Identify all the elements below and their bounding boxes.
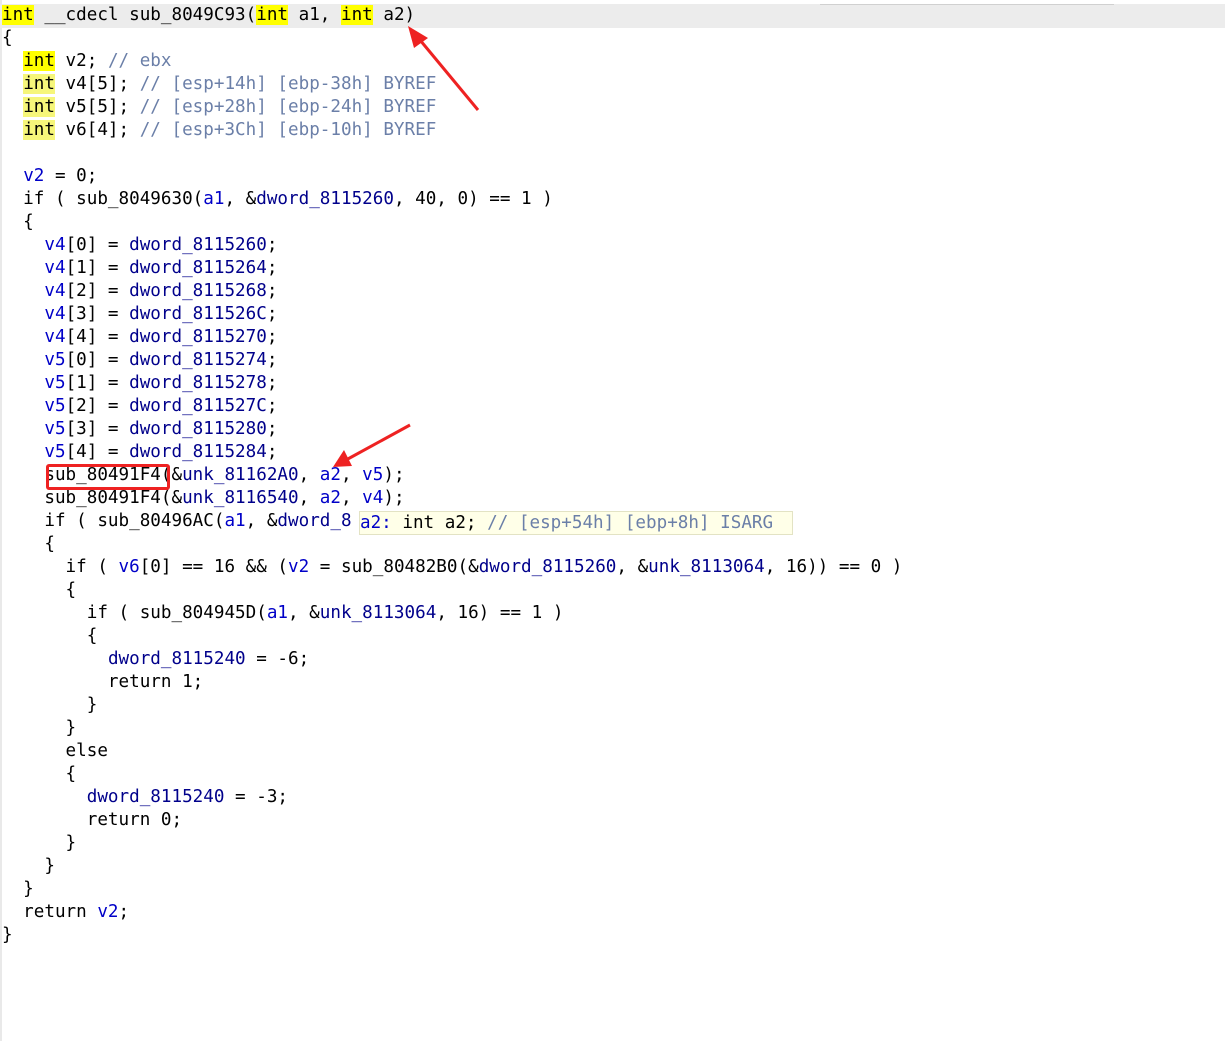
code-line[interactable]: {	[2, 27, 902, 50]
var-ref[interactable]: v5	[44, 373, 65, 393]
type-keyword[interactable]: int	[340, 5, 373, 25]
var-ref[interactable]: v5	[44, 350, 65, 370]
var-ref[interactable]: v5	[44, 419, 65, 439]
local-var-decl[interactable]: int v5[5]; // [esp+28h] [ebp-24h] BYREF	[2, 96, 902, 119]
function-signature[interactable]: int __cdecl sub_8049C93(int a1, int a2)	[2, 4, 902, 27]
type-keyword[interactable]: int	[2, 5, 34, 25]
tooltip-type: int a2;	[391, 513, 488, 533]
var-ref[interactable]: a2	[320, 488, 341, 508]
var-ref[interactable]: v2	[288, 557, 309, 577]
code-line[interactable]: return v2;	[2, 901, 902, 924]
code-line[interactable]: dword_8115240 = -3;	[2, 786, 902, 809]
global-ref[interactable]: dword_811526C	[129, 304, 267, 324]
global-ref[interactable]: dword_8115280	[129, 419, 267, 439]
code-line[interactable]: else	[2, 740, 902, 763]
var-ref[interactable]: a1	[267, 603, 288, 623]
code-line[interactable]: v4[0] = dword_8115260;	[2, 234, 902, 257]
function-name[interactable]: __cdecl sub_8049C93(	[34, 5, 256, 25]
global-ref[interactable]: unk_8113064	[320, 603, 437, 623]
code-line[interactable]: {	[2, 533, 902, 556]
type-keyword[interactable]: int	[23, 51, 55, 71]
tooltip-name: a2:	[360, 513, 392, 533]
code-line[interactable]: if ( v6[0] == 16 && (v2 = sub_80482B0(&d…	[2, 556, 903, 579]
tooltip-comment: // [esp+54h] [ebp+8h] ISARG	[487, 513, 774, 533]
code-comment: // [esp+14h] [ebp-38h] BYREF	[139, 74, 437, 94]
code-line[interactable]: }	[2, 855, 902, 878]
code-line[interactable]: v4[3] = dword_811526C;	[2, 303, 902, 326]
code-line[interactable]: {	[2, 763, 902, 786]
global-ref[interactable]: dword_8115240	[87, 787, 225, 807]
code-line[interactable]: }	[2, 878, 902, 901]
var-ref[interactable]: v2	[23, 166, 44, 186]
global-ref[interactable]: dword_8115274	[129, 350, 267, 370]
code-line[interactable]	[2, 142, 902, 165]
var-ref[interactable]: v4	[44, 304, 65, 324]
type-keyword[interactable]: int	[256, 5, 289, 25]
code-line[interactable]: {	[2, 579, 902, 602]
code-comment: // ebx	[107, 51, 172, 71]
code-line[interactable]: v5[4] = dword_8115284;	[2, 441, 902, 464]
code-line[interactable]: v4[4] = dword_8115270;	[2, 326, 902, 349]
code-line[interactable]: }	[2, 694, 902, 717]
global-ref[interactable]: dword_8115270	[129, 327, 267, 347]
global-ref[interactable]: unk_81162A0	[182, 465, 299, 485]
global-ref[interactable]: dword_8115260	[129, 235, 267, 255]
global-ref[interactable]: dword_8115240	[108, 649, 246, 669]
code-line[interactable]: dword_8115240 = -6;	[2, 648, 902, 671]
global-ref[interactable]: unk_8113064	[648, 557, 765, 577]
var-ref[interactable]: v5	[44, 442, 65, 462]
code-line[interactable]: if ( sub_804945D(a1, &unk_8113064, 16) =…	[2, 602, 902, 625]
global-ref[interactable]: dword_8115268	[129, 281, 267, 301]
type-keyword[interactable]: int	[23, 97, 55, 117]
code-line[interactable]: v5[1] = dword_8115278;	[2, 372, 902, 395]
code-line[interactable]: return 0;	[2, 809, 902, 832]
local-var-decl[interactable]: int v4[5]; // [esp+14h] [ebp-38h] BYREF	[2, 73, 902, 96]
local-var-decl[interactable]: int v2; // ebx	[2, 50, 902, 73]
global-ref[interactable]: dword_8115260	[479, 557, 617, 577]
var-ref[interactable]: v5	[44, 396, 65, 416]
global-ref[interactable]: unk_8116540	[182, 488, 299, 508]
global-ref[interactable]: dword_8115260	[256, 189, 394, 209]
code-line[interactable]: v2 = 0;	[2, 165, 902, 188]
param-a2[interactable]: a2)	[373, 5, 415, 25]
global-ref[interactable]: dword_8115284	[129, 442, 267, 462]
var-ref[interactable]: a1	[203, 189, 224, 209]
code-comment: // [esp+3Ch] [ebp-10h] BYREF	[139, 120, 437, 140]
var-ref[interactable]: a2	[320, 465, 341, 485]
code-line[interactable]: v4[2] = dword_8115268;	[2, 280, 902, 303]
local-var-decl[interactable]: int v6[4]; // [esp+3Ch] [ebp-10h] BYREF	[2, 119, 902, 142]
code-line[interactable]: v4[1] = dword_8115264;	[2, 257, 902, 280]
var-ref[interactable]: v2	[97, 902, 118, 922]
code-line[interactable]: v5[2] = dword_811527C;	[2, 395, 902, 418]
global-ref[interactable]: dword_8	[277, 511, 351, 531]
var-ref[interactable]: a1	[224, 511, 245, 531]
code-line[interactable]: {	[2, 211, 902, 234]
var-ref[interactable]: v5	[362, 465, 383, 485]
var-ref[interactable]: v4	[44, 258, 65, 278]
global-ref[interactable]: dword_8115278	[129, 373, 267, 393]
hover-tooltip: a2: int a2; // [esp+54h] [ebp+8h] ISARG	[359, 511, 793, 535]
code-comment: // [esp+28h] [ebp-24h] BYREF	[139, 97, 437, 117]
var-ref[interactable]: v4	[44, 327, 65, 347]
code-line[interactable]: {	[2, 625, 902, 648]
highlight-box	[46, 464, 170, 490]
code-line[interactable]: return 1;	[2, 671, 902, 694]
code-line[interactable]: v5[3] = dword_8115280;	[2, 418, 902, 441]
param-a1[interactable]: a1,	[288, 5, 341, 25]
code-line[interactable]: if ( sub_8049630(a1, &dword_8115260, 40,…	[2, 188, 902, 211]
global-ref[interactable]: dword_8115264	[129, 258, 267, 278]
var-ref[interactable]: v6	[119, 557, 140, 577]
var-ref[interactable]: v4	[362, 488, 383, 508]
var-ref[interactable]: v4	[44, 235, 65, 255]
type-keyword[interactable]: int	[23, 74, 55, 94]
code-line[interactable]: }	[2, 924, 902, 947]
var-ref[interactable]: v4	[44, 281, 65, 301]
code-line[interactable]: }	[2, 832, 902, 855]
global-ref[interactable]: dword_811527C	[129, 396, 267, 416]
type-keyword[interactable]: int	[23, 120, 55, 140]
code-line[interactable]: }	[2, 717, 902, 740]
code-line[interactable]: sub_80491F4(&unk_8116540, a2, v4);	[2, 487, 902, 510]
code-line[interactable]: v5[0] = dword_8115274;	[2, 349, 902, 372]
